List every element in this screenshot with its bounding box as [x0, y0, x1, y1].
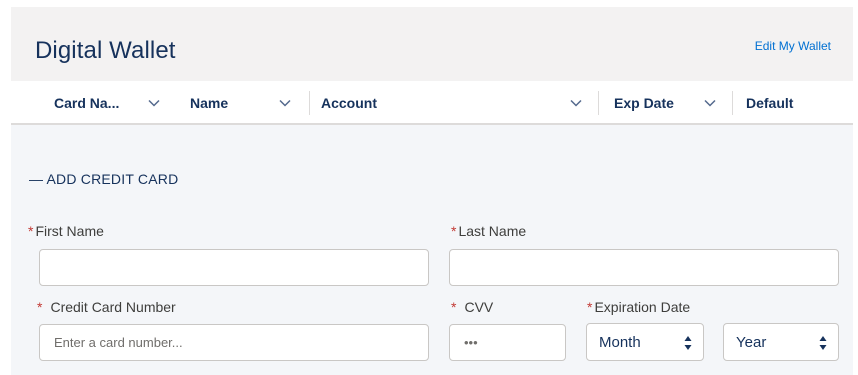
- credit-card-number-label-text: Credit Card Number: [50, 299, 176, 315]
- last-name-label-text: Last Name: [458, 223, 527, 239]
- column-header-label: Exp Date: [614, 95, 674, 111]
- column-header-label: Account: [321, 95, 377, 111]
- last-name-label: * Last Name: [451, 223, 526, 239]
- cvv-label-text: CVV: [464, 299, 494, 315]
- required-marker: *: [451, 223, 457, 239]
- column-header-card-name[interactable]: Card Na...: [54, 81, 119, 125]
- chevron-down-icon[interactable]: [147, 96, 161, 110]
- column-divider: [732, 91, 733, 115]
- required-marker: *: [587, 299, 593, 315]
- select-stepper-icon: [684, 336, 692, 350]
- required-marker: *: [451, 299, 457, 315]
- column-header-label: Card Na...: [54, 95, 120, 111]
- column-header-default[interactable]: Default: [746, 81, 793, 125]
- expiration-date-label: * Expiration Date: [587, 299, 690, 315]
- expiration-month-select[interactable]: Month: [586, 323, 704, 361]
- card-header: Digital Wallet Edit My Wallet: [11, 7, 853, 81]
- column-header-exp-date[interactable]: Exp Date: [614, 81, 674, 125]
- expiration-year-select[interactable]: Year: [723, 323, 839, 361]
- first-name-label-text: First Name: [35, 223, 104, 239]
- column-header-account[interactable]: Account: [321, 81, 377, 125]
- select-stepper-icon: [819, 336, 827, 350]
- month-selected-value: Month: [599, 333, 641, 351]
- year-selected-value: Year: [736, 333, 767, 351]
- credit-card-number-label: * Credit Card Number: [37, 299, 176, 315]
- chevron-down-icon[interactable]: [278, 96, 292, 110]
- required-marker: *: [37, 299, 43, 315]
- cvv-field[interactable]: [449, 324, 566, 361]
- last-name-field[interactable]: [449, 249, 839, 286]
- table-column-headers: Card Na... Name Account Exp Date Default: [11, 81, 853, 125]
- first-name-field[interactable]: [39, 249, 429, 286]
- first-name-label: * First Name: [28, 223, 104, 239]
- required-marker: *: [28, 223, 34, 239]
- credit-card-number-field[interactable]: [39, 324, 429, 361]
- cvv-label: * CVV: [451, 299, 493, 315]
- column-header-label: Name: [190, 95, 229, 111]
- column-header-name[interactable]: Name: [190, 81, 228, 125]
- add-credit-card-toggle[interactable]: — ADD CREDIT CARD: [29, 171, 178, 187]
- column-header-label: Default: [746, 95, 794, 111]
- chevron-down-icon[interactable]: [703, 96, 717, 110]
- column-divider: [598, 91, 599, 115]
- chevron-down-icon[interactable]: [569, 96, 583, 110]
- edit-my-wallet-link[interactable]: Edit My Wallet: [755, 39, 831, 53]
- digital-wallet-card: Digital Wallet Edit My Wallet Card Na...…: [11, 7, 853, 375]
- expiration-date-label-text: Expiration Date: [594, 299, 691, 315]
- page-title: Digital Wallet: [35, 37, 176, 64]
- column-divider: [309, 91, 310, 115]
